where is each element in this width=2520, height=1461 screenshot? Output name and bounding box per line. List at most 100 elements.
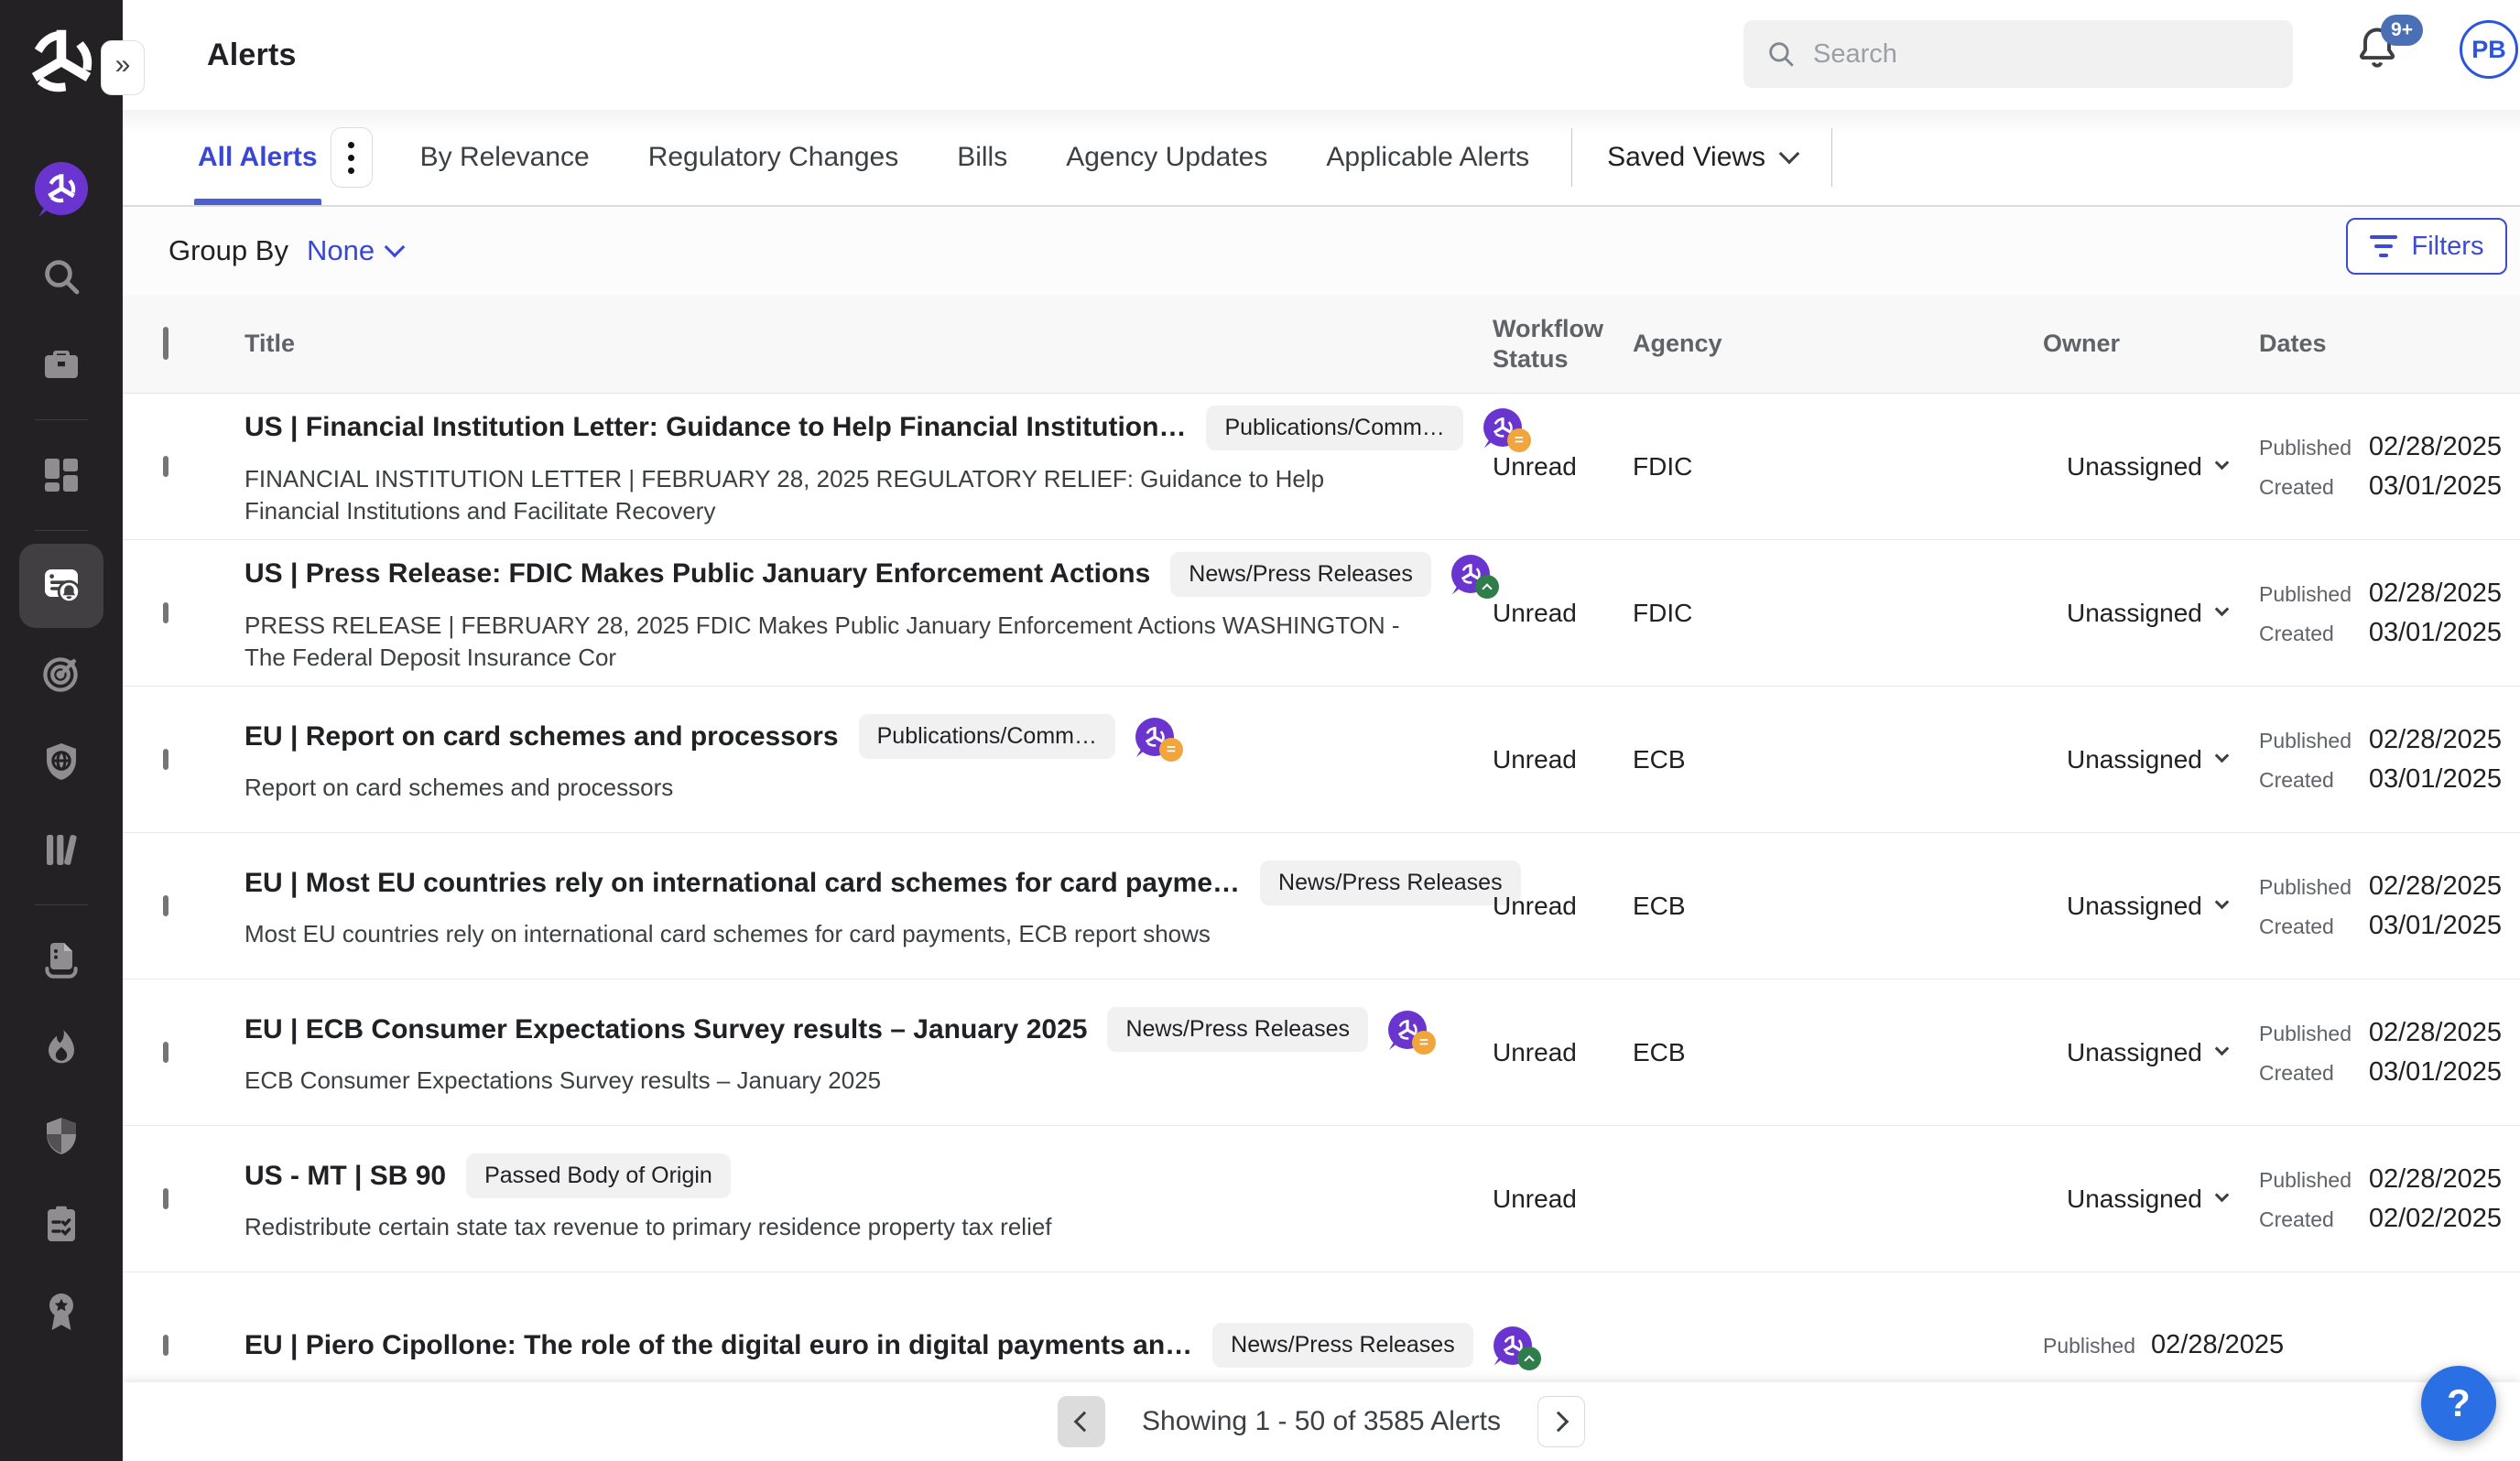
chevron-down-icon xyxy=(2215,602,2230,617)
row-checkbox[interactable] xyxy=(163,1042,168,1063)
alert-title[interactable]: US | Press Release: FDIC Makes Public Ja… xyxy=(244,558,1150,590)
alert-title[interactable]: EU | ECB Consumer Expectations Survey re… xyxy=(244,1014,1087,1045)
tab-applicable-alerts[interactable]: Applicable Alerts xyxy=(1326,110,1529,205)
sidebar-item-risk-shield[interactable] xyxy=(19,1094,103,1178)
alert-title[interactable]: EU | Piero Cipollone: The role of the di… xyxy=(244,1330,1192,1361)
created-date: 03/01/2025 xyxy=(2367,1057,2502,1088)
owner-dropdown[interactable]: Unassigned xyxy=(2043,745,2259,774)
global-search[interactable] xyxy=(1743,20,2293,88)
row-checkbox[interactable] xyxy=(163,895,168,916)
published-date: 02/28/2025 xyxy=(2151,1330,2284,1360)
chevron-down-icon xyxy=(2215,1042,2230,1056)
alert-title-cell: US | Press Release: FDIC Makes Public Ja… xyxy=(244,552,1493,674)
published-date: 02/28/2025 xyxy=(2367,432,2502,462)
saved-views-dropdown[interactable]: Saved Views xyxy=(1607,142,1797,173)
sidebar-item-alerts-feed[interactable] xyxy=(19,544,103,628)
filters-label: Filters xyxy=(2412,232,2484,262)
sidebar-item-library[interactable] xyxy=(19,807,103,892)
row-checkbox[interactable] xyxy=(163,602,168,623)
workflow-status-cell: Unread xyxy=(1493,599,1633,628)
saved-views-label: Saved Views xyxy=(1607,142,1765,173)
tab-all-alerts[interactable]: All Alerts xyxy=(198,110,318,205)
alert-type-badge: Passed Body of Origin xyxy=(466,1153,731,1198)
tab-divider xyxy=(1571,128,1572,187)
award-ribbon-icon xyxy=(39,1290,83,1334)
table-row[interactable]: EU | Most EU countries rely on internati… xyxy=(123,833,2520,979)
column-header-owner: Owner xyxy=(2043,329,2259,358)
published-label: Published xyxy=(2259,729,2367,753)
table-row[interactable]: US | Financial Institution Letter: Guida… xyxy=(123,394,2520,540)
created-label: Created xyxy=(2259,622,2367,646)
select-all-checkbox[interactable] xyxy=(163,327,168,360)
workflow-status-cell: Unread xyxy=(1493,892,1633,921)
owner-value: Unassigned xyxy=(2067,1038,2202,1067)
workflow-status-cell: Unread xyxy=(1493,452,1633,482)
tasks-clipboard-icon xyxy=(39,1202,83,1246)
ai-summary-icon[interactable]: = xyxy=(1135,718,1178,756)
table-row[interactable]: EU | Report on card schemes and processo… xyxy=(123,687,2520,833)
search-input[interactable] xyxy=(1813,39,2271,70)
ai-summary-icon[interactable]: = xyxy=(1483,408,1526,447)
alert-title[interactable]: US | Financial Institution Letter: Guida… xyxy=(244,412,1186,443)
sidebar-item-global-shield[interactable] xyxy=(19,720,103,804)
alert-title[interactable]: US - MT | SB 90 xyxy=(244,1161,446,1192)
notification-count-badge: 9+ xyxy=(2381,15,2423,46)
tab-strip: All Alerts By Relevance Regulatory Changes… xyxy=(123,110,2520,207)
next-page-button[interactable] xyxy=(1537,1396,1585,1447)
alert-title[interactable]: EU | Most EU countries rely on internati… xyxy=(244,868,1240,899)
tab-agency-updates[interactable]: Agency Updates xyxy=(1066,110,1267,205)
owner-dropdown[interactable]: Unassigned xyxy=(2043,1038,2259,1067)
risk-shield-icon xyxy=(39,1114,83,1158)
row-checkbox[interactable] xyxy=(163,456,168,477)
sidebar-item-filings-tray[interactable] xyxy=(19,918,103,1002)
sidebar-item-workspace[interactable] xyxy=(19,322,103,406)
notifications-button[interactable]: 9+ xyxy=(2353,24,2412,82)
sidebar-item-dashboard[interactable] xyxy=(19,433,103,517)
owner-dropdown[interactable]: Unassigned xyxy=(2043,452,2259,482)
published-label: Published xyxy=(2043,1334,2151,1358)
group-by-dropdown[interactable]: Group By None xyxy=(168,234,402,267)
sidebar-item-search[interactable] xyxy=(19,234,103,319)
tab-bills[interactable]: Bills xyxy=(957,110,1007,205)
column-header-dates: Dates xyxy=(2259,329,2520,358)
help-button[interactable]: ? xyxy=(2421,1366,2496,1441)
alert-subtitle: FINANCIAL INSTITUTION LETTER | FEBRUARY … xyxy=(244,463,1417,527)
sidebar-item-award-ribbon[interactable] xyxy=(19,1270,103,1354)
alert-title-cell: US - MT | SB 90 Passed Body of Origin Re… xyxy=(244,1153,1493,1243)
created-date: 03/01/2025 xyxy=(2367,471,2502,502)
owner-dropdown[interactable]: Unassigned xyxy=(2043,1185,2259,1214)
alert-title-cell: US | Financial Institution Letter: Guida… xyxy=(244,406,1493,527)
dates-cell: Published 02/28/2025 Created 03/01/2025 xyxy=(2259,579,2520,648)
alert-type-badge: News/Press Releases xyxy=(1260,860,1521,905)
previous-page-button[interactable] xyxy=(1058,1396,1105,1447)
owner-dropdown[interactable]: Unassigned xyxy=(2043,599,2259,628)
table-row[interactable]: US - MT | SB 90 Passed Body of Origin Re… xyxy=(123,1126,2520,1272)
table-row[interactable]: EU | ECB Consumer Expectations Survey re… xyxy=(123,979,2520,1126)
tab-options-kebab-button[interactable] xyxy=(331,127,373,188)
group-by-label: Group By xyxy=(168,234,288,267)
ai-summary-icon[interactable] xyxy=(1451,555,1494,593)
row-checkbox[interactable] xyxy=(163,1188,168,1209)
alert-title[interactable]: EU | Report on card schemes and processo… xyxy=(244,721,839,752)
sidebar-item-assistant[interactable] xyxy=(19,146,103,231)
filters-button[interactable]: Filters xyxy=(2346,218,2507,275)
search-icon xyxy=(1765,38,1797,70)
created-label: Created xyxy=(2259,768,2367,793)
agency-cell: FDIC xyxy=(1633,599,2043,628)
tab-regulatory-changes[interactable]: Regulatory Changes xyxy=(648,110,899,205)
owner-value: Unassigned xyxy=(2067,599,2202,628)
table-row[interactable]: US | Press Release: FDIC Makes Public Ja… xyxy=(123,540,2520,687)
row-checkbox[interactable] xyxy=(163,749,168,770)
user-avatar[interactable]: PB xyxy=(2460,20,2518,79)
chevron-down-icon xyxy=(1779,144,1800,165)
owner-dropdown[interactable]: Unassigned xyxy=(2043,892,2259,921)
sidebar-expand-button[interactable]: » xyxy=(101,40,145,95)
sidebar-item-goals-target[interactable] xyxy=(19,632,103,716)
published-label: Published xyxy=(2259,875,2367,900)
tab-by-relevance[interactable]: By Relevance xyxy=(420,110,590,205)
sidebar-item-tasks-clipboard[interactable] xyxy=(19,1182,103,1266)
ai-summary-icon[interactable]: = xyxy=(1388,1011,1430,1049)
sidebar-item-enforcement-flame[interactable] xyxy=(19,1006,103,1090)
ai-summary-icon[interactable] xyxy=(1494,1326,1536,1365)
row-checkbox[interactable] xyxy=(163,1335,168,1356)
